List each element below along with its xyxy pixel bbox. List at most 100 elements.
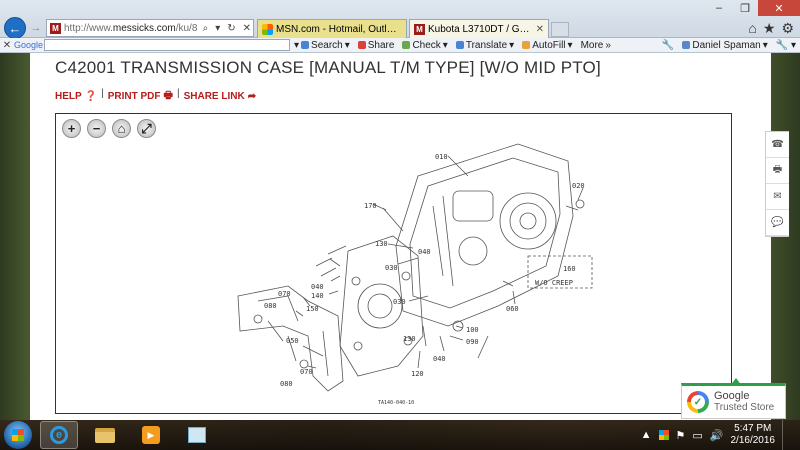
snipping-tool-icon xyxy=(188,427,206,443)
chat-icon[interactable]: 💬 xyxy=(766,210,789,236)
help-icon: ❓ xyxy=(84,91,98,102)
user-icon xyxy=(682,41,691,49)
new-tab-button[interactable] xyxy=(551,22,569,37)
favorites-star-icon[interactable]: ★ xyxy=(763,20,776,37)
page-title: C42001 TRANSMISSION CASE [MANUAL T/M TYP… xyxy=(55,58,601,77)
more-button[interactable]: More » xyxy=(577,40,615,51)
autofill-tb-icon xyxy=(522,41,531,49)
check-button[interactable]: Check ▾ xyxy=(398,40,451,51)
google-search-input[interactable] xyxy=(44,39,290,51)
share-arrow-icon: ➦ xyxy=(247,91,257,102)
part-label: 140 xyxy=(311,292,324,300)
translate-button[interactable]: Translate ▾ xyxy=(452,40,518,51)
autofill-button[interactable]: AutoFill ▾ xyxy=(518,40,576,51)
link-separator: | xyxy=(176,88,180,99)
home-icon[interactable]: ⌂ xyxy=(748,20,756,37)
settings-gear-icon[interactable]: ⚙ xyxy=(781,20,794,37)
clock[interactable]: 5:47 PM 2/16/2016 xyxy=(731,423,776,447)
start-button[interactable] xyxy=(4,421,32,449)
user-menu[interactable]: Daniel Spaman ▾ xyxy=(678,40,771,51)
email-icon[interactable]: ✉ xyxy=(766,184,789,210)
translate-tb-icon xyxy=(455,41,464,49)
volume-icon[interactable]: 🔊 xyxy=(710,429,724,442)
tab-msn[interactable]: MSN.com - Hotmail, Outlook, S... xyxy=(257,19,407,38)
taskbar-media[interactable]: ▶ xyxy=(132,421,170,449)
system-tray: ▲ ⚑ ▭ 🔊 5:47 PM 2/16/2016 xyxy=(641,420,800,450)
stop-icon[interactable]: ✕ xyxy=(241,23,253,34)
action-center-flag-icon[interactable]: ⚑ xyxy=(676,429,686,442)
part-label: 160 xyxy=(563,265,576,273)
internet-explorer-icon: e xyxy=(50,426,68,444)
part-label: 030 xyxy=(393,298,406,306)
part-label: 070 xyxy=(278,290,291,298)
messicks-favicon-icon: M xyxy=(414,23,425,35)
taskbar-snipping[interactable] xyxy=(178,421,216,449)
trusted-text: Google Trusted Store xyxy=(714,390,774,414)
tab-kubota[interactable]: M Kubota L3710DT / GST / HST... ✕ xyxy=(409,19,549,38)
search-icon[interactable]: ⌕ xyxy=(201,23,211,34)
print-icon: 🖶 xyxy=(163,90,173,101)
part-label: 150 xyxy=(306,305,319,313)
dropdown-icon[interactable]: ▾ xyxy=(213,23,222,34)
show-desktop-button[interactable] xyxy=(782,420,792,450)
windows-taskbar: e ▶ ▲ ⚑ ▭ 🔊 5:47 PM 2/16/2016 xyxy=(0,420,800,450)
share-link[interactable]: SHARE LINK ➦ xyxy=(184,88,257,105)
fullscreen-button[interactable]: ⤢ xyxy=(137,119,156,138)
toolbar-settings-icon[interactable]: 🔧 ▾ xyxy=(772,40,800,51)
action-links: HELP ❓ | PRINT PDF 🖶 | SHARE LINK ➦ xyxy=(55,88,256,105)
google-trusted-store-badge[interactable]: ✓ Google Trusted Store xyxy=(681,378,786,419)
close-window-button[interactable]: ✕ xyxy=(758,0,800,16)
taskbar-ie[interactable]: e xyxy=(40,421,78,449)
part-label: 040 xyxy=(433,355,446,363)
trusted-checkmark-icon: ✓ xyxy=(687,391,709,413)
part-label: 010 xyxy=(435,153,448,161)
share-tb-icon xyxy=(357,41,366,49)
part-label: 080 xyxy=(264,302,277,310)
address-text: http://www.messicks.com/ku/85378 xyxy=(64,22,198,34)
part-label: 050 xyxy=(286,337,299,345)
parts-diagram: 010 020 170 130 040 160 W/O CREEP 030 04… xyxy=(237,143,593,406)
tab-label: Kubota L3710DT / GST / HST... xyxy=(428,23,533,35)
taskbar-explorer[interactable] xyxy=(86,421,124,449)
diagram-viewer[interactable]: + − ⌂ ⤢ 010 020 170 130 040 160 W/O CREE… xyxy=(55,113,732,414)
zoom-out-button[interactable]: − xyxy=(87,119,106,138)
browser-titlebar: ← → M http://www.messicks.com/ku/85378 ⌕… xyxy=(0,0,800,39)
phone-icon[interactable]: ☎ xyxy=(766,132,789,158)
window-controls: – ❐ ✕ xyxy=(706,0,800,16)
folder-icon xyxy=(95,427,115,443)
search-tb-icon xyxy=(301,41,310,49)
part-label: 090 xyxy=(466,338,479,346)
print-icon[interactable]: 🖶 xyxy=(766,158,789,184)
media-player-icon: ▶ xyxy=(142,426,160,444)
share-button[interactable]: Share xyxy=(354,40,399,51)
back-button[interactable]: ← xyxy=(4,17,26,39)
share-rail: ☎ 🖶 ✉ 💬 xyxy=(765,131,789,237)
close-tab-icon[interactable]: ✕ xyxy=(536,24,544,35)
print-pdf-link[interactable]: PRINT PDF 🖶 xyxy=(108,88,173,105)
trusted-line1: Google xyxy=(714,390,750,402)
toolbar-close-icon[interactable]: ✕ xyxy=(0,40,14,51)
address-bar[interactable]: M http://www.messicks.com/ku/85378 ⌕ ▾ ↻… xyxy=(46,19,254,37)
minimize-button[interactable]: – xyxy=(706,0,732,16)
search-button[interactable]: ▾ Search ▾ xyxy=(290,40,354,51)
restore-button[interactable]: ❐ xyxy=(732,0,758,16)
google-toolbar: ✕ Google ▾ Search ▾ Share Check ▾ Transl… xyxy=(0,38,800,53)
tab-label: MSN.com - Hotmail, Outlook, S... xyxy=(276,23,402,35)
browser-right-icons: ⌂ ★ ⚙ xyxy=(748,20,794,37)
check-tb-icon xyxy=(402,41,411,49)
wrench-icon[interactable]: 🔧 xyxy=(658,40,678,51)
part-label: 060 xyxy=(506,305,519,313)
network-icon[interactable]: ▭ xyxy=(692,429,702,442)
forward-button[interactable]: → xyxy=(28,20,44,36)
toolbar-right: 🔧 Daniel Spaman ▾ 🔧 ▾ xyxy=(658,40,800,51)
google-logo: Google xyxy=(14,40,44,50)
tray-expand-icon[interactable]: ▲ xyxy=(641,429,652,441)
home-view-button[interactable]: ⌂ xyxy=(112,119,131,138)
windows-update-icon[interactable] xyxy=(658,430,669,440)
help-link[interactable]: HELP ❓ xyxy=(55,88,97,105)
msn-favicon-icon xyxy=(262,23,273,35)
refresh-icon[interactable]: ↻ xyxy=(225,23,237,34)
windows-logo-icon xyxy=(12,429,24,441)
part-label: 030 xyxy=(385,264,398,272)
zoom-in-button[interactable]: + xyxy=(62,119,81,138)
